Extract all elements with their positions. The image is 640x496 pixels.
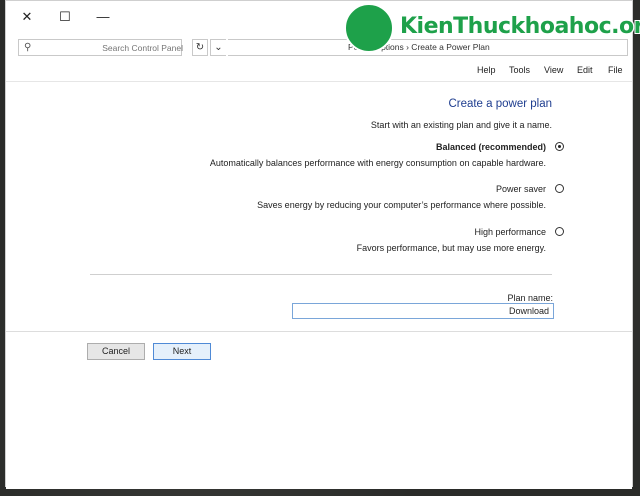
search-icon: ⚲ (24, 42, 32, 53)
plan-name-high-performance: High performance (474, 227, 546, 237)
plan-name-power-saver: Power saver (495, 184, 546, 194)
watermark: KienThuckhoahoc.org (342, 0, 640, 60)
menu-bar: Help Tools View Edit File (6, 61, 632, 82)
plan-desc-balanced: Automatically balances performance with … (209, 158, 546, 168)
footer: Cancel Next (6, 331, 632, 489)
main-content: Create a power plan Start with an existi… (6, 81, 632, 341)
control-panel-window: ✕ ☐ — ⚲ ↻ ⌄ Power Options › Create a Pow… (5, 0, 633, 489)
plan-option-balanced[interactable]: Balanced (recommended) (435, 142, 564, 152)
plan-name-label: Plan name: (507, 293, 553, 303)
plan-option-high-performance[interactable]: High performance (474, 227, 564, 237)
close-button[interactable]: ✕ (16, 7, 38, 27)
page-title: Create a power plan (448, 98, 552, 110)
plan-name-input[interactable] (292, 303, 554, 319)
page-subtitle: Start with an existing plan and give it … (370, 120, 552, 130)
watermark-text-d: .org (611, 14, 640, 39)
watermark-text-a: Kien (400, 14, 454, 39)
address-dropdown-button[interactable]: ⌄ (210, 39, 226, 56)
cancel-button[interactable]: Cancel (87, 343, 145, 360)
search-input[interactable] (39, 40, 187, 55)
plan-name-balanced: Balanced (recommended) (435, 142, 546, 152)
menu-tools[interactable]: Tools (509, 65, 530, 75)
watermark-text-b: Thuc (453, 14, 511, 39)
plan-desc-high-performance: Favors performance, but may use more ene… (356, 243, 546, 253)
maximize-button[interactable]: ☐ (54, 7, 76, 27)
menu-edit[interactable]: Edit (577, 65, 593, 75)
menu-view[interactable]: View (544, 65, 563, 75)
next-button[interactable]: Next (153, 343, 211, 360)
refresh-button[interactable]: ↻ (192, 39, 208, 56)
watermark-logo-icon (344, 3, 394, 53)
menu-help[interactable]: Help (477, 65, 496, 75)
radio-balanced[interactable] (555, 142, 564, 151)
watermark-text: KienThuckhoahoc.org (400, 14, 640, 39)
refresh-icon: ↻ (195, 42, 205, 53)
radio-high-performance[interactable] (555, 227, 564, 236)
menu-file[interactable]: File (608, 65, 623, 75)
search-box[interactable]: ⚲ (18, 39, 187, 56)
divider (90, 274, 552, 275)
watermark-text-c: khoahoc (510, 14, 612, 39)
plan-desc-power-saver: Saves energy by reducing your computer’s… (257, 200, 546, 210)
chevron-down-icon: ⌄ (214, 42, 223, 53)
minimize-button[interactable]: — (92, 7, 114, 27)
plan-option-power-saver[interactable]: Power saver (495, 184, 564, 194)
radio-power-saver[interactable] (555, 184, 564, 193)
